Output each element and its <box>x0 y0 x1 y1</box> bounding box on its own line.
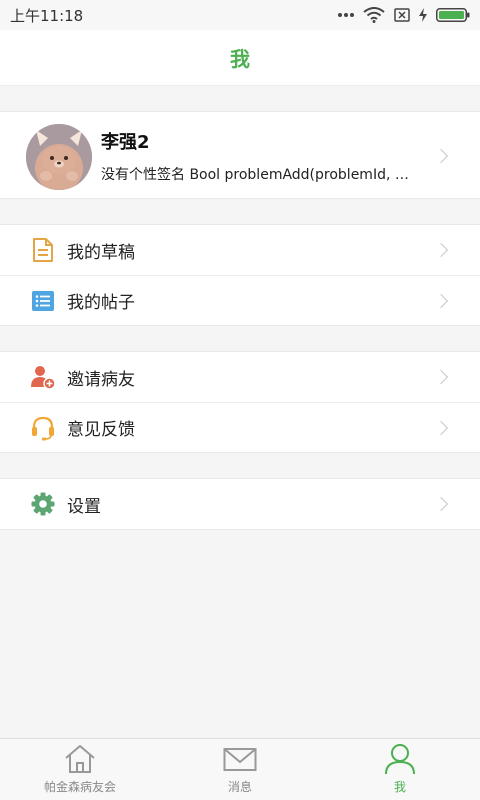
gear-icon <box>31 492 55 516</box>
wifi-icon <box>363 7 385 23</box>
invite-user-icon <box>31 366 56 390</box>
mail-icon <box>223 748 257 771</box>
post-list-icon <box>32 291 54 311</box>
status-time: 上午11:18 <box>10 6 84 25</box>
draft-doc-icon <box>33 238 53 262</box>
menu-item-drafts[interactable]: 我的草稿 <box>0 225 480 275</box>
tab-messages[interactable]: 消息 <box>160 739 320 800</box>
menu-group-settings: 设置 <box>0 478 480 530</box>
profile-name: 李强2 <box>101 132 150 153</box>
tab-me[interactable]: 我 <box>320 739 480 800</box>
status-bar: 上午11:18 <box>0 0 480 30</box>
chevron-right-icon <box>433 369 449 385</box>
chevron-right-icon <box>433 148 449 164</box>
tab-label: 帕金森病友会 <box>43 780 116 794</box>
menu-item-posts[interactable]: 我的帖子 <box>0 275 480 325</box>
chevron-right-icon <box>433 293 449 309</box>
profile-card[interactable]: 李强2 没有个性签名 Bool problemAdd(problemId, in… <box>0 111 480 199</box>
menu-group-content: 我的草稿 我的帖子 <box>0 224 480 326</box>
tab-label: 消息 <box>227 780 252 794</box>
page-title: 我 <box>230 47 250 71</box>
profile-signature: 没有个性签名 Bool problemAdd(problemId, info) <box>101 167 411 183</box>
bottom-tab-bar: 帕金森病友会 消息 我 <box>0 738 480 800</box>
menu-item-label: 我的帖子 <box>67 293 135 313</box>
charging-icon <box>419 8 427 22</box>
bear-avatar-icon <box>26 124 92 190</box>
headset-icon <box>32 416 54 441</box>
battery-icon <box>436 8 470 22</box>
menu-item-label: 邀请病友 <box>67 369 135 390</box>
tab-label: 我 <box>393 780 406 794</box>
status-icons <box>338 7 470 23</box>
chevron-right-icon <box>433 496 449 512</box>
avatar[interactable] <box>26 124 92 190</box>
chevron-right-icon <box>433 420 449 436</box>
menu-group-social: 邀请病友 意见反馈 <box>0 351 480 453</box>
menu-item-settings[interactable]: 设置 <box>0 479 480 529</box>
no-sim-icon <box>394 8 410 22</box>
menu-item-label: 设置 <box>67 496 101 517</box>
chevron-right-icon <box>433 242 449 258</box>
more-dots-icon <box>338 13 354 17</box>
person-icon <box>385 744 415 775</box>
menu-item-label: 我的草稿 <box>67 242 135 263</box>
menu-item-invite[interactable]: 邀请病友 <box>0 352 480 402</box>
tab-community[interactable]: 帕金森病友会 <box>0 739 160 800</box>
menu-item-feedback[interactable]: 意见反馈 <box>0 402 480 452</box>
home-icon <box>65 745 95 773</box>
menu-item-label: 意见反馈 <box>67 420 135 440</box>
title-bar: 我 <box>0 30 480 86</box>
